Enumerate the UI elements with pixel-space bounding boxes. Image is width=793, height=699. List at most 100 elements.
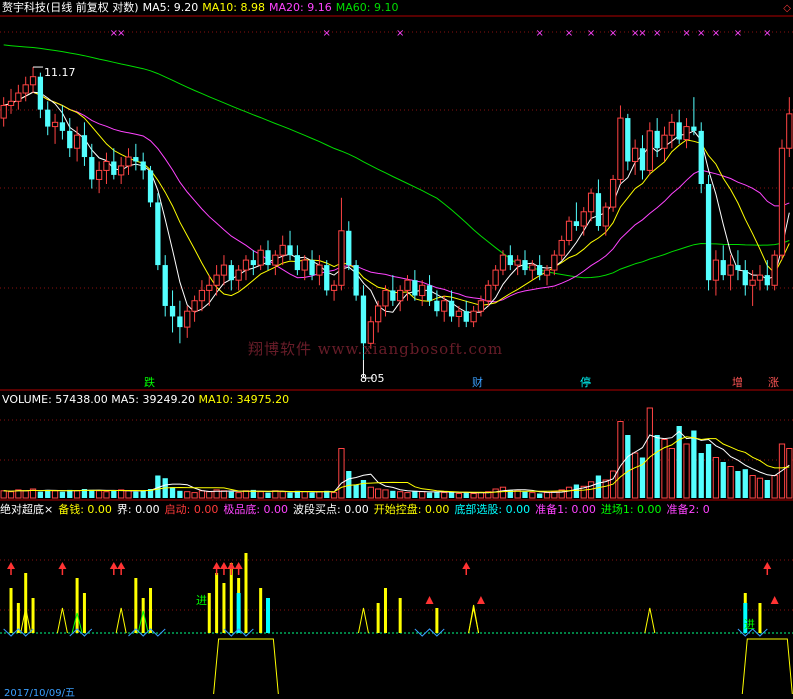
candle-body [22,84,29,94]
indicator-item: 启动: 0.00 [164,503,219,516]
volume-bar [771,475,778,499]
signal-marker-icon: × [734,28,742,39]
signal-marker-icon: × [535,28,543,39]
volume-bar [720,462,726,498]
candle [764,260,770,291]
indicator-item: 界: 0.00 [116,503,160,516]
indicator-bar [222,583,226,633]
candle-body [111,161,117,175]
event-marker-die[interactable]: 跌 [144,376,155,389]
candle-body [631,147,639,162]
volume-bar [537,493,543,498]
candle-body [235,269,242,281]
event-marker-ting[interactable]: 停 [580,376,591,389]
candle-body [565,220,573,241]
candle-body [522,260,528,271]
volume-bar [735,471,741,498]
candle [661,126,668,162]
indicator-bar [259,588,263,633]
candle-body [242,259,250,271]
volume-bar [419,491,426,499]
indicator-bar [398,598,402,633]
signal-marker-icon: × [396,28,404,39]
event-marker-cai[interactable]: 财 [472,376,483,389]
start-arrow-icon [763,562,772,569]
candle-body [756,274,764,281]
indicator-item: 开始控盘: 0.00 [373,503,450,516]
candle [705,174,712,291]
candle-body [778,147,786,256]
signal-marker-icon: × [323,28,331,39]
volume-bar [756,477,764,499]
volume-bar [51,490,59,499]
candle-body [294,255,301,271]
signal-marker-icon: × [682,28,690,39]
indicator-item: 备钱: 0.00 [58,503,112,516]
candle [654,118,660,158]
candle [609,174,617,212]
candle [580,207,587,236]
start-arrow-icon [425,596,434,604]
candle-body [639,148,646,171]
candle-body [279,244,286,256]
signal-marker-icon: × [653,28,661,39]
candle-body [426,285,433,301]
candle-body [118,165,125,176]
candle [463,300,469,328]
candle [250,250,256,276]
candle-body [455,310,463,317]
candle-body [543,269,551,276]
date-label: 2017/10/09/五 [4,688,76,699]
ma20-value: MA20: 9.16 [269,1,332,14]
low-price-label: 8.05 [360,372,385,385]
candle-body [301,259,308,271]
candle [470,305,477,328]
indicator-item: 准备1: 0.00 [535,503,596,516]
volume-bar [103,491,110,499]
volume-bar [529,492,536,499]
candle-body [309,260,315,276]
candle-body [551,254,558,271]
candle-body [463,311,469,322]
candle-body [155,202,161,266]
candle [646,122,653,175]
volume-bar [499,486,507,499]
candle-body [470,310,477,323]
candle-body [228,265,234,281]
settings-diamond-icon[interactable]: ◇ [783,3,791,14]
candle [125,148,132,175]
volume-bar [360,480,367,498]
candle-body [573,221,580,227]
volume-bar [309,492,315,498]
volume-bar [683,443,690,499]
candle-body [683,126,690,141]
volume-bar [764,480,770,498]
candle-body [89,157,95,180]
volume-bar [198,490,206,499]
candle-body [727,264,734,276]
start-arrow-icon [212,562,221,569]
candle-body [0,104,7,119]
candle-body [360,295,367,344]
candle [235,265,242,291]
candle-body [397,289,404,302]
event-marker-zhang[interactable]: 涨 [768,376,779,389]
volume-bar [330,492,338,499]
candle-body [177,316,183,328]
volume-bar [426,492,433,498]
volume-bar [712,457,720,499]
candle [265,240,271,271]
volume-bar [631,452,639,499]
candle-body [257,249,264,266]
candle [213,265,220,296]
candle-body [735,265,741,271]
candle-body [558,239,565,256]
candle-body [272,254,279,266]
volume-bar [0,490,7,499]
volume-bar [646,407,653,499]
candle-body [133,157,139,162]
candle-body [537,265,543,276]
indicator-name[interactable]: 绝对超底× [0,503,53,516]
volume-bar [73,490,81,499]
event-marker-zeng[interactable]: 增 [732,376,743,389]
